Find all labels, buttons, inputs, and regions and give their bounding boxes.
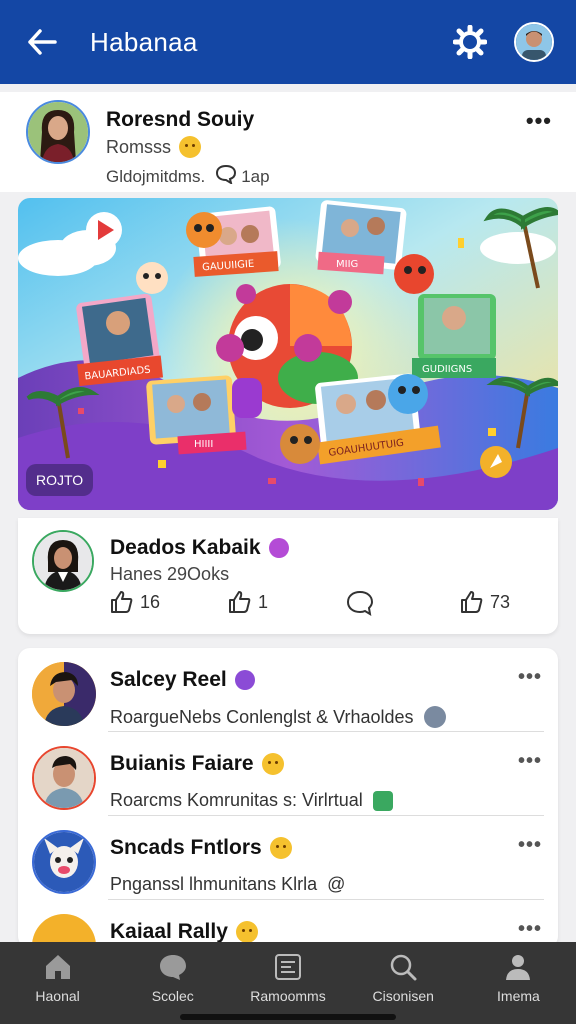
like-button-3[interactable]: 73 — [460, 590, 510, 614]
banner-tag[interactable]: ROJTO — [26, 464, 94, 496]
comment-bubble-icon — [346, 590, 374, 616]
more-options-icon[interactable]: ••• — [518, 834, 542, 857]
list-item-description: RoargueNebs Conlenglst & Vrhaoldes — [110, 706, 446, 728]
list-item-avatar[interactable] — [32, 746, 96, 810]
sparkle-icon — [268, 538, 289, 558]
list-item[interactable]: Sncads Fntlors Pnganssl lhmunitans Klrla… — [18, 816, 558, 900]
reaction-actions: 16 1 73 — [110, 590, 540, 622]
reaction-card: Deados Kabaik Hanes 29Ooks 16 1 73 — [18, 518, 558, 634]
thumbs-up-icon — [111, 591, 133, 613]
top-app-bar: Habanaa — [0, 0, 576, 84]
list-item-description-text: Pnganssl lhmunitans Klrla — [110, 874, 318, 894]
list-item-name: Buianis Faiare — [110, 752, 284, 776]
gear-icon[interactable] — [450, 22, 490, 62]
list-item-avatar[interactable] — [32, 662, 96, 726]
nav-item-documents[interactable]: Ramoomms — [230, 942, 345, 1024]
like-button-2[interactable]: 1 — [228, 590, 268, 614]
list-item-name-text: Sncads Fntlors — [110, 836, 262, 859]
back-arrow-icon[interactable] — [22, 22, 62, 62]
community-list: Salcey Reel RoargueNebs Conlenglst & Vrh… — [18, 648, 558, 948]
more-options-icon[interactable]: ••• — [518, 918, 542, 941]
comment-button[interactable] — [346, 590, 374, 616]
smile-emoji-icon — [235, 921, 258, 943]
commenter-name[interactable]: Deados Kabaik — [110, 536, 289, 560]
like-button-1[interactable]: 16 — [110, 590, 160, 614]
banner-ribbon-4: GUDIIGNS — [422, 364, 472, 375]
like-count-3: 73 — [490, 591, 511, 612]
commenter-name-text: Deados Kabaik — [110, 536, 261, 559]
nav-label: Haonal — [35, 988, 80, 1004]
banner-ribbon-2: MIIG — [336, 259, 358, 270]
list-item-name-text: Salcey Reel — [110, 668, 227, 691]
smile-emoji-icon — [269, 837, 292, 859]
post-meta: Gldojmitdms. 1ap — [106, 164, 270, 189]
document-icon — [275, 954, 301, 980]
list-item-description: Roarcms Komrunitas s: Virlrtual — [110, 790, 393, 811]
smile-emoji-icon — [179, 136, 202, 158]
post-banner-image[interactable]: BAUARDIADS GAUUIIGIE MIIG GUDIIGNS HIIII… — [18, 198, 558, 510]
list-item-name: Salcey Reel — [110, 668, 255, 692]
author-avatar[interactable] — [26, 100, 90, 164]
home-icon — [45, 955, 70, 979]
list-item[interactable]: Salcey Reel RoargueNebs Conlenglst & Vrh… — [18, 648, 558, 732]
thumbs-up-icon — [229, 591, 251, 613]
more-options-icon[interactable]: ••• — [518, 666, 542, 689]
chat-icon — [159, 955, 186, 980]
list-item-name-text: Kaiaal Rally — [110, 920, 228, 943]
thumbs-up-icon — [461, 591, 483, 613]
post-meta-text: Gldojmitdms. — [106, 166, 206, 186]
like-count-2: 1 — [258, 591, 269, 612]
green-badge-icon — [372, 790, 393, 811]
list-item[interactable]: Kaiaal Rally ••• — [18, 900, 558, 948]
comment-icon[interactable] — [215, 164, 237, 189]
list-item-description-text: RoargueNebs Conlenglst & Vrhaoldes — [110, 706, 414, 727]
person-icon — [506, 955, 531, 980]
at-sign-icon: @ — [327, 874, 346, 894]
list-item[interactable]: Buianis Faiare Roarcms Komrunitas s: Vir… — [18, 732, 558, 816]
smile-emoji-icon — [261, 753, 284, 775]
nav-label: Cisonisen — [372, 988, 434, 1004]
list-item-avatar[interactable] — [32, 830, 96, 894]
page-title: Habanaa — [90, 26, 198, 57]
nav-label: Ramoomms — [250, 988, 326, 1004]
globe-icon — [423, 706, 446, 728]
profile-avatar[interactable] — [514, 22, 554, 62]
list-item-description: Pnganssl lhmunitans Klrla @ — [110, 874, 345, 895]
list-item-name: Kaiaal Rally — [110, 920, 258, 944]
post-subtitle-text: Romsss — [106, 136, 172, 157]
nav-label: Scolec — [151, 988, 194, 1004]
comment-time: 1ap — [241, 166, 270, 186]
list-item-description-text: Roarcms Komrunitas s: Virlrtual — [110, 790, 363, 810]
commenter-avatar[interactable] — [32, 530, 94, 592]
mascot-icon — [234, 670, 255, 690]
list-item-name-text: Buianis Faiare — [110, 752, 254, 775]
banner-ribbon-5: HIIII — [194, 439, 213, 450]
post-header: Roresnd Souiy Romsss Gldojmitdms. 1ap ••… — [0, 92, 576, 192]
home-indicator[interactable] — [180, 1014, 396, 1020]
nav-item-search[interactable]: Cisonisen — [346, 942, 461, 1024]
commenter-subtitle: Hanes 29Ooks — [110, 564, 230, 584]
list-item-name: Sncads Fntlors — [110, 836, 292, 860]
nav-item-chat[interactable]: Scolec — [115, 942, 230, 1024]
post-author-name[interactable]: Roresnd Souiy — [106, 108, 254, 132]
nav-item-profile[interactable]: Imema — [461, 942, 576, 1024]
nav-item-home[interactable]: Haonal — [0, 942, 115, 1024]
nav-label: Imema — [497, 988, 540, 1004]
post-subtitle: Romsss — [106, 136, 202, 158]
search-icon — [390, 954, 417, 981]
like-count-1: 16 — [140, 591, 161, 612]
more-options-icon[interactable]: ••• — [526, 108, 552, 134]
bottom-navigation: Haonal Scolec Ramoomms Cisonisen Imema — [0, 942, 576, 1024]
more-options-icon[interactable]: ••• — [518, 750, 542, 773]
